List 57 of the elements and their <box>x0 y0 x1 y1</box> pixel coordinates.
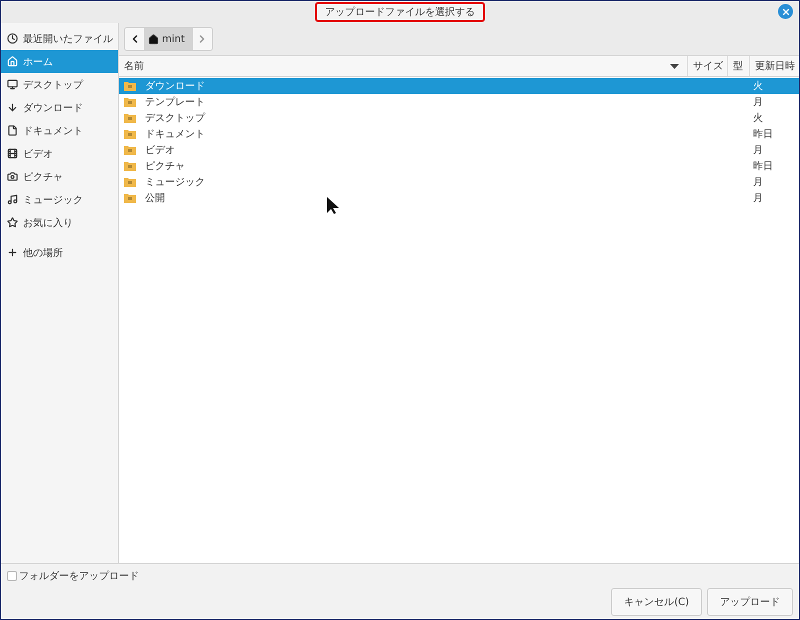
file-name: テンプレート <box>145 96 205 109</box>
folder-icon <box>124 129 136 139</box>
path-segment[interactable]: mint <box>144 28 193 50</box>
folder-icon <box>124 113 136 123</box>
folder-icon <box>124 97 136 107</box>
modified-date: 月 <box>752 96 764 109</box>
sort-arrow-icon <box>670 64 679 68</box>
sidebar-item[interactable]: ドキュメント <box>1 119 118 142</box>
sidebar-item[interactable]: 他の場所 <box>1 241 118 264</box>
place-icon <box>7 247 18 258</box>
cancel-button[interactable]: キャンセル(C) <box>611 588 702 616</box>
folder-icon <box>124 145 136 155</box>
column-heading[interactable]: 型 <box>727 56 749 76</box>
place-icon <box>7 171 18 182</box>
sidebar-item[interactable]: ミュージック <box>1 188 118 211</box>
modified-date: 昨日 <box>752 160 774 173</box>
place-icon <box>7 33 18 44</box>
folder-icon <box>124 193 136 203</box>
sidebar-item[interactable]: ダウンロード <box>1 96 118 119</box>
file-name: ピクチャ <box>145 160 185 173</box>
file-name: 公開 <box>145 192 165 205</box>
file-name: ミュージック <box>145 176 205 189</box>
modified-date: 月 <box>752 176 764 189</box>
sidebar-item[interactable]: ビデオ <box>1 142 118 165</box>
modified-date: 火 <box>752 80 764 93</box>
modified-date: 火 <box>752 112 764 125</box>
modified-date: 昨日 <box>752 128 774 141</box>
sidebar-item[interactable]: デスクトップ <box>1 73 118 96</box>
file-name: ビデオ <box>145 144 175 157</box>
upload-folder-checkbox[interactable]: フォルダーをアップロード <box>7 569 793 583</box>
place-icon <box>7 148 18 159</box>
place-icon <box>7 56 18 67</box>
mouse-pointer-icon <box>327 197 339 214</box>
file-name: デスクトップ <box>145 112 205 125</box>
close-icon <box>780 6 790 16</box>
column-heading[interactable]: サイズ <box>687 56 727 76</box>
folder-icon <box>124 177 136 187</box>
sidebar-item[interactable]: お気に入り <box>1 211 118 234</box>
sidebar-item[interactable]: ピクチャ <box>1 165 118 188</box>
file-name: ダウンロード <box>145 80 205 93</box>
place-icon <box>7 102 18 113</box>
place-icon <box>7 125 18 136</box>
place-icon <box>7 194 18 205</box>
folder-icon <box>124 161 136 171</box>
column-heading[interactable]: 名前 <box>119 56 670 76</box>
sidebar-item[interactable]: 最近開いたファイル <box>1 27 118 50</box>
close-button[interactable] <box>778 4 793 19</box>
window-title: アップロードファイルを選択する <box>315 2 485 22</box>
modified-date: 月 <box>752 144 764 157</box>
home-icon <box>148 34 159 44</box>
upload-button[interactable]: アップロード <box>707 588 793 616</box>
file-name: ドキュメント <box>145 128 205 141</box>
folder-icon <box>124 81 136 91</box>
place-icon <box>7 79 18 90</box>
column-heading[interactable]: 更新日時 <box>749 56 799 76</box>
place-icon <box>7 217 18 228</box>
modified-date: 月 <box>752 192 764 205</box>
